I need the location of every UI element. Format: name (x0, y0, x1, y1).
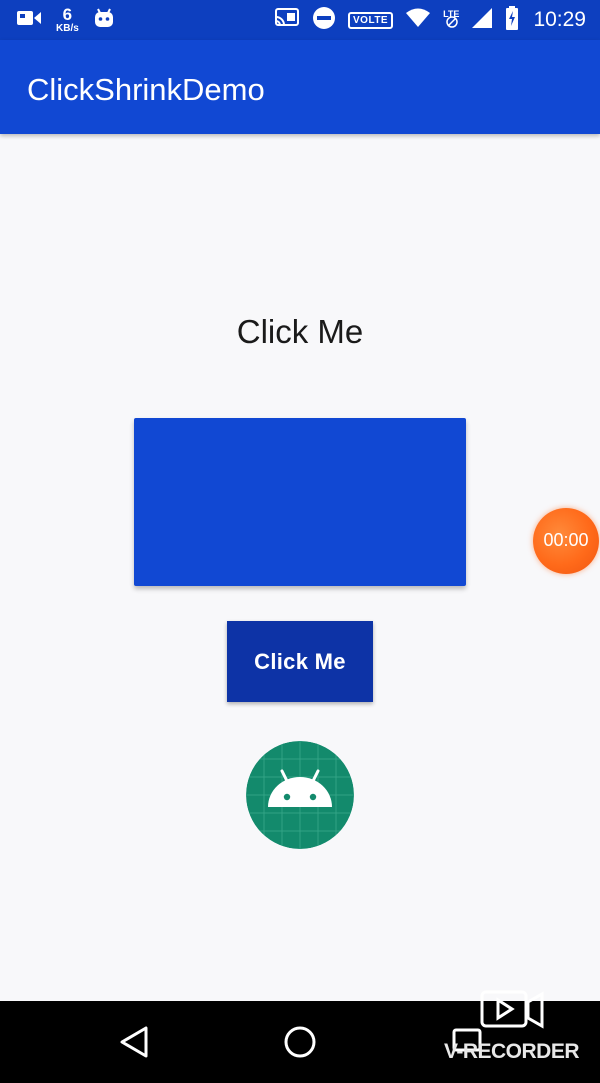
back-icon[interactable] (118, 1025, 150, 1064)
volte-badge: VOLTE (348, 11, 394, 29)
network-speed-value: 6 (62, 5, 73, 24)
status-bar: 6 KB/s VOLTE LTE 10:29 (0, 0, 600, 40)
home-icon[interactable] (283, 1025, 317, 1064)
lte-label: LTE (443, 9, 460, 19)
recorder-watermark-text: V-RECORDER (444, 1040, 580, 1063)
lte-indicator: LTE (443, 9, 460, 29)
click-me-text[interactable]: Click Me (0, 313, 600, 351)
cast-icon (274, 7, 300, 34)
recorder-timer-bubble[interactable]: 00:00 (533, 508, 599, 574)
android-robot-icon (93, 8, 115, 33)
shrink-card[interactable] (134, 418, 466, 586)
app-title: ClickShrinkDemo (27, 72, 265, 107)
wifi-icon (405, 8, 431, 33)
battery-charging-icon (505, 5, 519, 35)
android-launcher-image[interactable] (246, 741, 354, 849)
video-camera-icon (16, 9, 42, 32)
status-bar-right: VOLTE LTE 10:29 (274, 5, 586, 35)
network-speed: 6 KB/s (56, 6, 79, 34)
cellular-signal-icon (471, 7, 493, 34)
network-speed-unit: KB/s (56, 23, 79, 34)
click-me-button[interactable]: Click Me (227, 621, 373, 702)
android-robot-icon (246, 741, 354, 849)
recorder-timer-text: 00:00 (543, 530, 589, 550)
do-not-disturb-icon (312, 6, 336, 35)
status-bar-left: 6 KB/s (16, 6, 115, 34)
clock: 10:29 (533, 8, 586, 31)
app-bar: ClickShrinkDemo (0, 40, 600, 134)
